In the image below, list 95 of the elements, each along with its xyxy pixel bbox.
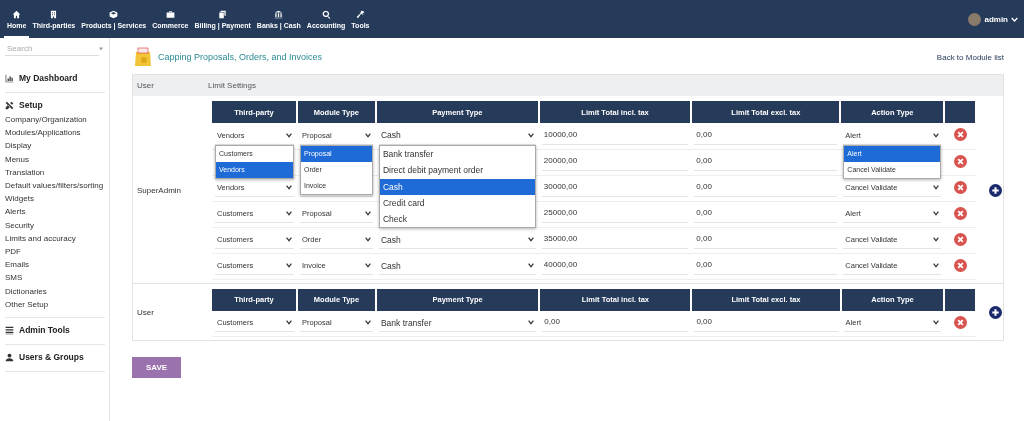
delete-icon[interactable] xyxy=(953,258,967,272)
documents-icon xyxy=(218,9,228,19)
limit-incl-tax-field[interactable]: 10000,00 xyxy=(541,126,689,145)
chevron-down-icon xyxy=(933,263,940,268)
user-icon xyxy=(5,352,14,362)
payment-type-select[interactable]: Cash xyxy=(378,257,536,275)
chevron-down-icon xyxy=(285,185,292,190)
limit-incl-tax-field[interactable]: 35000,00 xyxy=(541,231,689,249)
sidebar-section-link[interactable]: Users & Groups xyxy=(5,349,105,366)
limit-incl-tax-field[interactable]: 25000,00 xyxy=(541,205,689,223)
chevron-down-icon xyxy=(364,237,371,242)
sidebar-item[interactable]: Limits and accuracy xyxy=(5,231,105,246)
chevron-down-icon xyxy=(364,132,371,138)
limit-excl-tax-field[interactable]: 0,00 xyxy=(694,314,838,333)
chevron-down-icon xyxy=(528,320,535,326)
dropdown-option[interactable]: Direct debit payment order xyxy=(379,162,535,179)
chevron-down-icon xyxy=(933,185,940,190)
payment-type-select[interactable]: Cash xyxy=(378,231,536,249)
dropdown-option[interactable]: Cash xyxy=(379,178,535,195)
bank-icon xyxy=(274,9,284,19)
chevron-down-icon xyxy=(933,320,940,326)
limit-incl-tax-field[interactable]: 0,00 xyxy=(542,314,689,333)
limit-excl-tax-field[interactable]: 0,00 xyxy=(694,126,838,145)
user-name: User xyxy=(136,308,155,318)
chevron-down-icon xyxy=(1011,15,1018,23)
limit-excl-tax-field[interactable]: 0,00 xyxy=(694,179,838,197)
cube-icon xyxy=(109,9,119,19)
sidebar-section-link[interactable]: Admin Tools xyxy=(5,322,105,339)
sidebar-item[interactable]: SMS xyxy=(5,271,105,285)
avatar-icon xyxy=(968,12,982,26)
limit-excl-tax-field[interactable]: 0,00 xyxy=(694,153,838,171)
briefcase-icon xyxy=(165,9,175,19)
delete-icon[interactable] xyxy=(953,315,967,329)
user-menu[interactable]: admin xyxy=(968,12,1018,26)
dropdown-option[interactable]: Credit card xyxy=(379,194,535,212)
chevron-down-icon xyxy=(364,320,371,326)
add-icon[interactable] xyxy=(989,306,1002,320)
search-icon xyxy=(321,9,331,19)
delete-icon[interactable] xyxy=(953,154,967,168)
caret-down-icon[interactable] xyxy=(99,47,103,51)
limit-incl-tax-field[interactable]: 20000,00 xyxy=(541,153,689,171)
sidebar-item[interactable]: Dictionaries xyxy=(5,284,105,298)
sidebar-item[interactable]: Company/Organization xyxy=(5,113,105,127)
building-icon xyxy=(49,9,59,19)
column-header: Limit Settings xyxy=(208,81,257,90)
limit-incl-tax-field[interactable]: 40000,00 xyxy=(541,257,689,275)
delete-icon[interactable] xyxy=(953,128,967,142)
wrench-icon xyxy=(355,9,365,19)
sidebar-section-link[interactable]: Setup xyxy=(5,97,105,113)
delete-icon[interactable] xyxy=(953,206,967,220)
limit-excl-tax-field[interactable]: 0,00 xyxy=(694,257,838,275)
limit-bag-icon xyxy=(134,47,152,67)
column-header: User xyxy=(137,81,155,90)
sidebar-item[interactable]: Security xyxy=(5,218,105,232)
sidebar-section-link[interactable]: My Dashboard xyxy=(5,70,105,86)
dropdown-option[interactable]: Check xyxy=(379,211,535,228)
sidebar-item[interactable]: Display xyxy=(5,139,105,153)
sidebar-item[interactable]: Other Setup xyxy=(5,297,105,312)
sidebar-item[interactable]: Modules/Applications xyxy=(5,126,105,140)
payment-type-select[interactable]: Cash xyxy=(378,126,536,145)
sidebar-item[interactable]: Translation xyxy=(5,165,105,179)
sidebar-item[interactable]: Widgets xyxy=(5,192,105,206)
delete-icon[interactable] xyxy=(953,180,967,194)
back-link[interactable]: Back to Module list xyxy=(936,52,1004,62)
chevron-down-icon xyxy=(285,263,292,268)
delete-icon[interactable] xyxy=(953,232,967,246)
chevron-down-icon xyxy=(285,132,292,138)
limit-excl-tax-field[interactable]: 0,00 xyxy=(694,231,838,249)
dropdown-option[interactable]: Bank transfer xyxy=(379,146,535,163)
chevron-down-icon xyxy=(933,132,940,138)
limit-incl-tax-field[interactable]: 30000,00 xyxy=(541,179,689,197)
tools-icon xyxy=(5,100,14,110)
chevron-down-icon xyxy=(285,211,292,216)
chevron-down-icon xyxy=(527,132,534,138)
home-icon xyxy=(12,9,22,19)
chevron-down-icon xyxy=(364,263,371,268)
sidebar-item[interactable]: PDF xyxy=(5,245,105,259)
add-icon[interactable] xyxy=(989,183,1002,197)
limit-excl-tax-field[interactable]: 0,00 xyxy=(694,205,838,223)
chevron-down-icon xyxy=(933,211,940,216)
user-name: SuperAdmin xyxy=(136,185,183,195)
sidebar-item[interactable]: Emails xyxy=(5,258,105,272)
chevron-down-icon xyxy=(364,211,371,216)
list-icon xyxy=(5,325,14,335)
chevron-down-icon xyxy=(286,320,292,326)
page-title: Capping Proposals, Orders, and Invoices xyxy=(158,52,323,62)
payment-type-select[interactable]: Bank transfer xyxy=(378,314,537,333)
sidebar-item[interactable]: Alerts xyxy=(5,205,105,219)
sidebar-item[interactable]: Menus xyxy=(5,152,105,166)
sidebar-item[interactable]: Default values/filters/sorting xyxy=(5,179,105,193)
chevron-down-icon xyxy=(527,263,534,268)
chevron-down-icon xyxy=(527,237,534,242)
chevron-down-icon xyxy=(285,237,292,242)
save-button[interactable]: SAVE xyxy=(132,357,182,378)
chevron-down-icon xyxy=(933,237,940,242)
